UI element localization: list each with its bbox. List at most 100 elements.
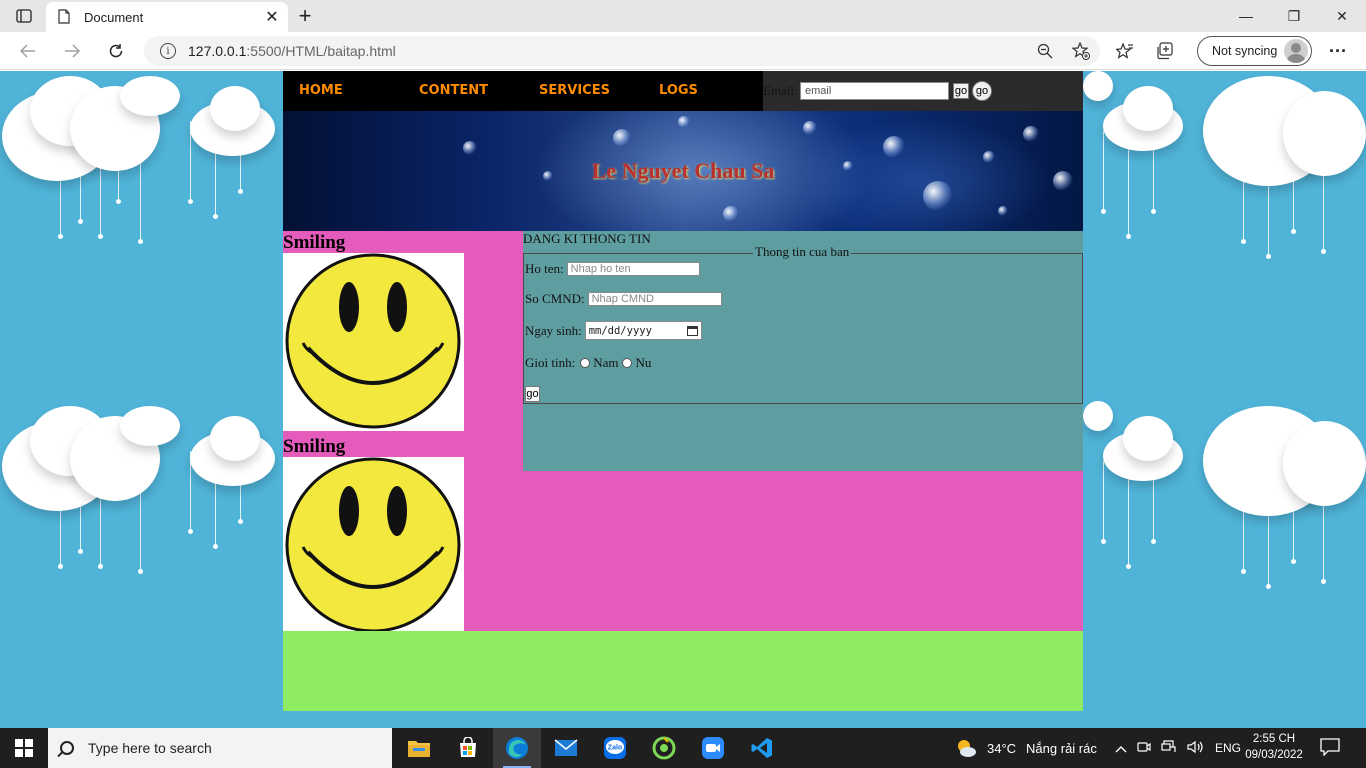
tab-title: Document: [84, 9, 144, 25]
add-favorite-icon[interactable]: [1070, 40, 1092, 62]
weather-temperature: 34°C: [987, 740, 1017, 756]
dob-label: Ngay sinh:: [525, 322, 582, 338]
calendar-icon[interactable]: [686, 325, 698, 336]
language-indicator[interactable]: ENG: [1215, 741, 1241, 755]
new-tab-button[interactable]: +: [292, 3, 318, 28]
top-menu: HOME CONTENT SERVICES LOGS: [283, 71, 763, 111]
menu-item-content[interactable]: CONTENT: [419, 83, 488, 98]
tab-actions-icon[interactable]: [8, 4, 40, 28]
gender-radio-nu[interactable]: [622, 358, 633, 368]
refresh-icon[interactable]: [102, 39, 130, 63]
green-app-icon[interactable]: [640, 728, 688, 768]
sidebar-heading: Smiling: [283, 232, 346, 253]
cloud-decoration: [1083, 401, 1366, 589]
chevron-up-icon[interactable]: [1115, 741, 1127, 756]
close-window-button[interactable]: ✕: [1318, 0, 1366, 32]
clock-date: 09/03/2022: [1245, 749, 1303, 761]
restore-button[interactable]: ❐: [1270, 0, 1318, 32]
sidebar: Smiling Smiling: [283, 231, 523, 635]
profile-sync-button[interactable]: Not syncing: [1197, 36, 1312, 66]
form-submit-button[interactable]: go: [525, 386, 540, 402]
minimize-button[interactable]: —: [1222, 0, 1270, 32]
cloud-decoration: [0, 71, 290, 251]
network-icon[interactable]: [1161, 739, 1177, 757]
id-label: So CMND:: [525, 291, 585, 306]
banner-title: Le Nguyet Chau Sa: [591, 158, 775, 183]
weather-widget[interactable]: 34°C Nắng rải rác: [955, 728, 1097, 768]
email-subscribe-bar: Email: go go: [763, 71, 1083, 111]
sidebar-heading: Smiling: [283, 436, 346, 457]
zoom-out-icon[interactable]: [1034, 40, 1056, 62]
weather-sun-cloud-icon: [958, 740, 976, 757]
id-field[interactable]: [587, 292, 722, 306]
dob-placeholder: mm/dd/yyyy: [588, 324, 652, 337]
name-row: Ho ten:: [525, 261, 700, 277]
smiley-image: [283, 253, 464, 431]
notification-icon[interactable]: [1320, 738, 1342, 758]
browser-tab-bar: Document ✕ + — ❐ ✕: [0, 0, 1366, 32]
gender-option-label: Nu: [635, 355, 652, 370]
email-go-round-button[interactable]: go: [972, 81, 992, 101]
tab-close-icon[interactable]: ✕: [260, 5, 284, 29]
edge-browser-icon[interactable]: [493, 728, 541, 768]
collections-icon[interactable]: [1154, 40, 1176, 62]
browser-tab[interactable]: Document ✕: [46, 2, 288, 32]
zalo-label: Zalo: [608, 745, 622, 752]
cloud-decoration: [0, 401, 290, 581]
microsoft-store-icon[interactable]: [444, 728, 492, 768]
taskbar-search-input[interactable]: Type here to search: [48, 728, 392, 768]
zalo-icon[interactable]: Zalo: [591, 728, 639, 768]
url-actions: [1034, 40, 1092, 62]
url-path: :5500/HTML/baitap.html: [246, 43, 396, 59]
volume-icon[interactable]: [1187, 740, 1205, 757]
menu-item-services[interactable]: SERVICES: [539, 83, 610, 98]
dob-row: Ngay sinh: mm/dd/yyyy: [525, 321, 702, 340]
id-row: So CMND:: [525, 291, 722, 307]
email-input[interactable]: [800, 82, 949, 100]
zoom-icon[interactable]: [689, 728, 737, 768]
gender-label: Gioi tinh:: [525, 355, 576, 370]
vscode-icon[interactable]: [738, 728, 786, 768]
url-host: 127.0.0.1: [188, 43, 247, 59]
name-field[interactable]: [566, 262, 700, 276]
registration-form: DANG KI THONG TIN Thong tin cua ban Ho t…: [523, 231, 1083, 471]
header-banner: Le Nguyet Chau Sa: [283, 111, 1083, 231]
page-footer: [283, 631, 1083, 711]
menu-item-home[interactable]: HOME: [299, 83, 343, 98]
search-icon: [60, 741, 74, 755]
start-windows-icon[interactable]: [0, 728, 48, 768]
search-placeholder: Type here to search: [88, 740, 212, 756]
more-menu-icon[interactable]: ···: [1326, 40, 1350, 62]
dob-date-field[interactable]: mm/dd/yyyy: [584, 321, 702, 340]
email-go-button[interactable]: go: [953, 83, 969, 99]
menu-item-logs[interactable]: LOGS: [659, 83, 698, 98]
email-label: Email:: [763, 83, 798, 98]
cloud-decoration: [1083, 71, 1366, 259]
page-container: HOME CONTENT SERVICES LOGS Email: go go: [283, 71, 1083, 711]
fieldset-legend: Thong tin cua ban: [753, 244, 852, 260]
meet-now-icon[interactable]: [1137, 740, 1151, 757]
smiley-image: [283, 457, 464, 635]
toolbar-icons: [1114, 40, 1176, 62]
content-filler: [523, 471, 1083, 631]
mail-icon[interactable]: [542, 728, 590, 768]
weather-description: Nắng rải rác: [1026, 740, 1097, 756]
page-viewport: HOME CONTENT SERVICES LOGS Email: go go: [0, 71, 1366, 728]
url-field[interactable]: i 127.0.0.1:5500/HTML/baitap.html: [144, 36, 1100, 66]
site-info-icon[interactable]: i: [160, 43, 176, 59]
avatar-icon: [1284, 39, 1308, 63]
name-label: Ho ten:: [525, 261, 564, 276]
favorites-icon[interactable]: [1114, 40, 1136, 62]
file-explorer-icon[interactable]: [395, 728, 443, 768]
forward-arrow-icon[interactable]: [58, 39, 86, 63]
clock-time: 2:55 CH: [1252, 733, 1296, 745]
taskbar-clock[interactable]: 2:55 CH 09/03/2022: [1240, 731, 1308, 763]
gender-radio-nam[interactable]: [580, 358, 591, 368]
gender-option-label: Nam: [593, 355, 619, 370]
system-tray: ENG: [1115, 728, 1241, 768]
back-arrow-icon[interactable]: [14, 39, 42, 63]
windows-taskbar: Type here to search Zalo 34°C Nắng rải r…: [0, 728, 1366, 768]
document-icon: [58, 9, 72, 25]
form-heading: DANG KI THONG TIN: [523, 231, 651, 246]
window-controls: — ❐ ✕: [1222, 0, 1366, 32]
